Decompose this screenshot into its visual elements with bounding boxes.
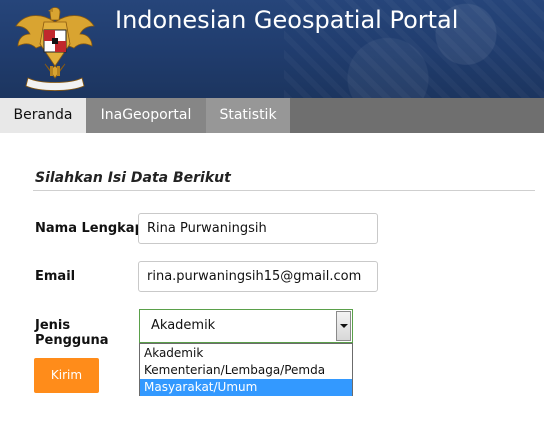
option-masyarakat[interactable]: Masyarakat/Umum [140, 379, 352, 396]
jenis-pengguna-selected-value: Akademik [151, 318, 216, 333]
site-title: Indonesian Geospatial Portal [115, 6, 459, 34]
nama-lengkap-input[interactable]: Rina Purwaningsih [138, 213, 378, 244]
tab-statistik[interactable]: Statistik [206, 98, 290, 133]
kirim-button[interactable]: Kirim [34, 358, 99, 393]
main-nav: Beranda InaGeoportal Statistik [0, 98, 544, 133]
jenis-pengguna-label-line2: Pengguna [35, 333, 109, 348]
jenis-pengguna-select[interactable]: Akademik [139, 309, 353, 343]
form-title: Silahkan Isi Data Berikut [35, 170, 231, 186]
nama-lengkap-label: Nama Lengkap [35, 221, 144, 236]
email-input[interactable]: rina.purwaningsih15@gmail.com [138, 261, 378, 292]
site-header: Indonesian Geospatial Portal [0, 0, 544, 98]
option-akademik[interactable]: Akademik [140, 345, 352, 362]
jenis-pengguna-label-line1: Jenis [35, 318, 71, 333]
jenis-pengguna-label: Jenis Pengguna [35, 318, 125, 348]
dropdown-arrow-button[interactable] [336, 311, 351, 341]
form-title-divider [33, 190, 535, 191]
email-label: Email [35, 269, 76, 284]
option-kementerian[interactable]: Kementerian/Lembaga/Pemda [140, 362, 352, 379]
chevron-down-icon [340, 324, 348, 328]
jenis-pengguna-options-list: Akademik Kementerian/Lembaga/Pemda Masya… [139, 343, 353, 396]
tab-inageoportal[interactable]: InaGeoportal [86, 98, 206, 133]
tab-beranda[interactable]: Beranda [0, 98, 86, 133]
garuda-emblem-icon [15, 7, 95, 91]
